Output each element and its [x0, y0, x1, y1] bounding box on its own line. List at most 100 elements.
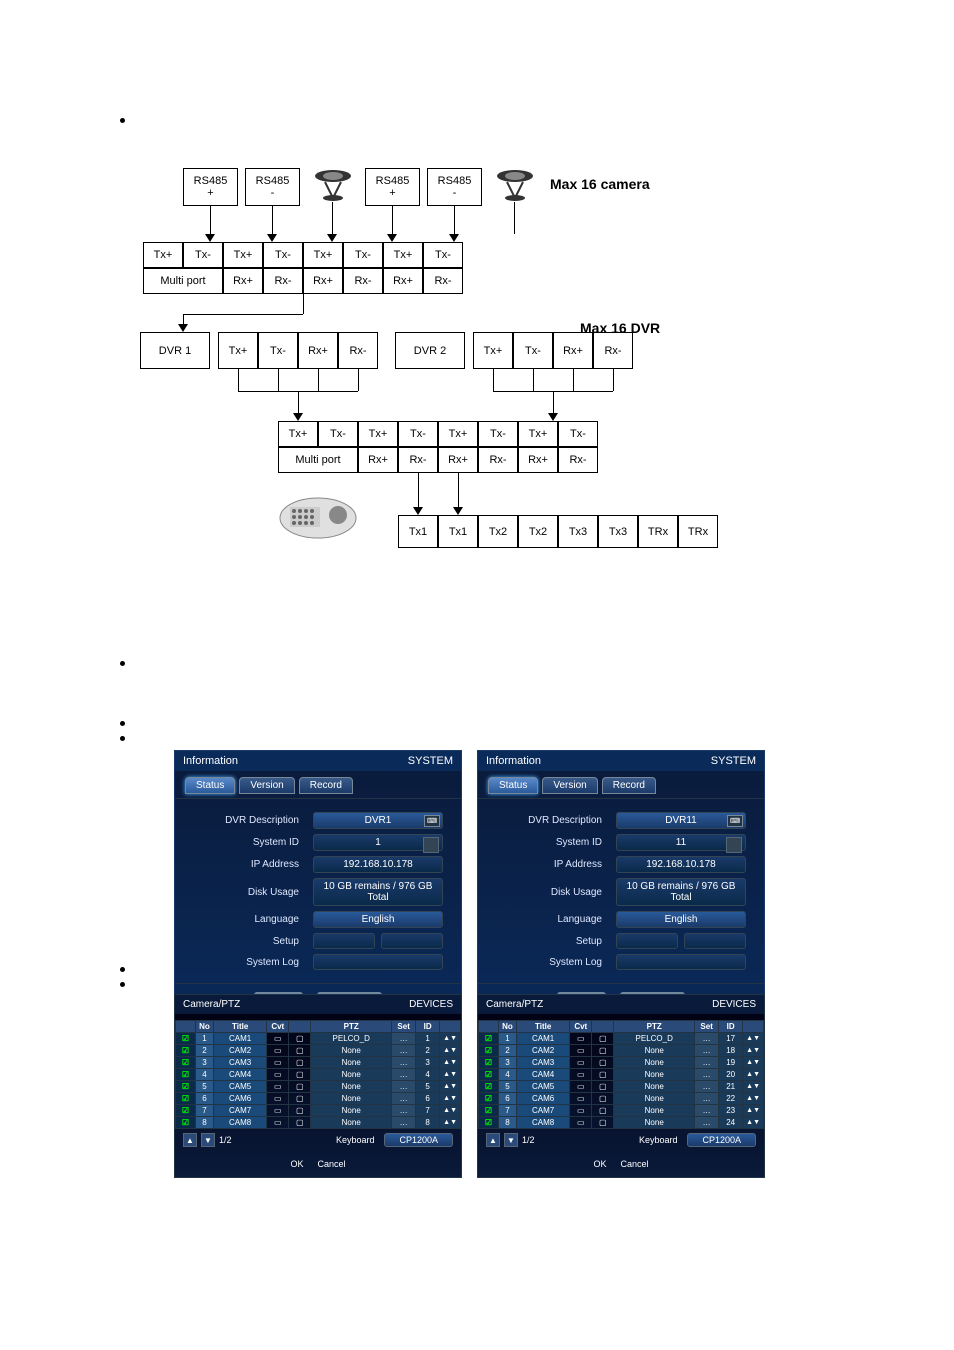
page-down-button[interactable]: ▼ [201, 1133, 215, 1147]
setup-slot-1[interactable] [616, 933, 678, 949]
camera-title[interactable]: CAM4 [517, 1069, 570, 1081]
id-spinner[interactable]: ▲▼ [440, 1033, 461, 1045]
camera-title[interactable]: CAM5 [214, 1081, 267, 1093]
page-up-button[interactable]: ▲ [486, 1133, 500, 1147]
camera-title[interactable]: CAM4 [214, 1069, 267, 1081]
ptz-protocol[interactable]: None [614, 1045, 695, 1057]
id-spinner[interactable]: ▲▼ [743, 1045, 764, 1057]
id-spinner[interactable]: ▲▼ [743, 1033, 764, 1045]
keyboard-value[interactable]: CP1200A [384, 1133, 453, 1147]
id-spinner[interactable]: ▲▼ [743, 1081, 764, 1093]
enable-checkbox[interactable]: ☑ [479, 1045, 499, 1057]
value-system-log[interactable] [313, 954, 443, 970]
camera-title[interactable]: CAM8 [517, 1117, 570, 1129]
page-up-button[interactable]: ▲ [183, 1133, 197, 1147]
cvt-check[interactable]: ▢ [289, 1093, 311, 1105]
cvt-button[interactable]: ▭ [267, 1033, 289, 1045]
enable-checkbox[interactable]: ☑ [479, 1105, 499, 1117]
value-language[interactable]: English [313, 911, 443, 928]
cvt-check[interactable]: ▢ [289, 1081, 311, 1093]
set-button[interactable]: … [392, 1093, 416, 1105]
cvt-check[interactable]: ▢ [592, 1105, 614, 1117]
set-button[interactable]: … [695, 1057, 719, 1069]
enable-checkbox[interactable]: ☑ [479, 1057, 499, 1069]
id-spinner[interactable]: ▲▼ [440, 1117, 461, 1129]
setup-slot-2[interactable] [684, 933, 746, 949]
cvt-button[interactable]: ▭ [570, 1117, 592, 1129]
enable-checkbox[interactable]: ☑ [176, 1045, 196, 1057]
cvt-check[interactable]: ▢ [592, 1093, 614, 1105]
value-system-id[interactable]: 1 [313, 834, 443, 851]
ptz-protocol[interactable]: None [614, 1093, 695, 1105]
enable-checkbox[interactable]: ☑ [479, 1081, 499, 1093]
set-button[interactable]: … [392, 1045, 416, 1057]
camera-title[interactable]: CAM8 [214, 1117, 267, 1129]
enable-checkbox[interactable]: ☑ [479, 1093, 499, 1105]
cvt-check[interactable]: ▢ [592, 1081, 614, 1093]
cvt-button[interactable]: ▭ [570, 1045, 592, 1057]
set-button[interactable]: … [392, 1117, 416, 1129]
cancel-button[interactable]: Cancel [318, 1159, 346, 1169]
cvt-check[interactable]: ▢ [289, 1033, 311, 1045]
id-spinner[interactable]: ▲▼ [440, 1105, 461, 1117]
set-button[interactable]: … [695, 1045, 719, 1057]
cvt-check[interactable]: ▢ [592, 1033, 614, 1045]
set-button[interactable]: … [695, 1081, 719, 1093]
cvt-button[interactable]: ▭ [570, 1081, 592, 1093]
ptz-protocol[interactable]: None [614, 1117, 695, 1129]
keyboard-value[interactable]: CP1200A [687, 1133, 756, 1147]
ptz-protocol[interactable]: PELCO_D [311, 1033, 392, 1045]
value-system-log[interactable] [616, 954, 746, 970]
value-system-id[interactable]: 11 [616, 834, 746, 851]
set-button[interactable]: … [695, 1093, 719, 1105]
ok-button[interactable]: OK [290, 1159, 303, 1169]
cvt-check[interactable]: ▢ [289, 1105, 311, 1117]
cvt-check[interactable]: ▢ [289, 1057, 311, 1069]
cvt-button[interactable]: ▭ [570, 1057, 592, 1069]
set-button[interactable]: … [392, 1105, 416, 1117]
keyboard-icon[interactable]: ⌨ [727, 815, 743, 827]
camera-title[interactable]: CAM2 [517, 1045, 570, 1057]
id-spinner[interactable]: ▲▼ [440, 1069, 461, 1081]
set-button[interactable]: … [392, 1069, 416, 1081]
cvt-button[interactable]: ▭ [267, 1105, 289, 1117]
enable-checkbox[interactable]: ☑ [479, 1033, 499, 1045]
id-spinner[interactable]: ▲▼ [743, 1093, 764, 1105]
ptz-protocol[interactable]: None [311, 1045, 392, 1057]
enable-checkbox[interactable]: ☑ [176, 1117, 196, 1129]
ptz-protocol[interactable]: None [311, 1093, 392, 1105]
ptz-protocol[interactable]: None [614, 1057, 695, 1069]
ptz-protocol[interactable]: None [311, 1105, 392, 1117]
ptz-protocol[interactable]: PELCO_D [614, 1033, 695, 1045]
cvt-check[interactable]: ▢ [592, 1069, 614, 1081]
id-spinner[interactable]: ▲▼ [743, 1069, 764, 1081]
value-dvr-description[interactable]: DVR1⌨ [313, 812, 443, 829]
cvt-button[interactable]: ▭ [570, 1033, 592, 1045]
cvt-button[interactable]: ▭ [267, 1057, 289, 1069]
cvt-button[interactable]: ▭ [267, 1093, 289, 1105]
tab-record[interactable]: Record [299, 777, 353, 794]
camera-title[interactable]: CAM3 [517, 1057, 570, 1069]
ptz-protocol[interactable]: None [311, 1117, 392, 1129]
set-button[interactable]: … [695, 1069, 719, 1081]
id-spinner[interactable]: ▲▼ [440, 1057, 461, 1069]
enable-checkbox[interactable]: ☑ [176, 1069, 196, 1081]
tab-status[interactable]: Status [185, 777, 235, 794]
ptz-protocol[interactable]: None [311, 1081, 392, 1093]
page-down-button[interactable]: ▼ [504, 1133, 518, 1147]
tab-status[interactable]: Status [488, 777, 538, 794]
tab-version[interactable]: Version [542, 777, 597, 794]
id-spinner[interactable]: ▲▼ [743, 1057, 764, 1069]
cvt-check[interactable]: ▢ [289, 1045, 311, 1057]
camera-title[interactable]: CAM5 [517, 1081, 570, 1093]
id-spinner[interactable]: ▲▼ [440, 1081, 461, 1093]
ptz-protocol[interactable]: None [614, 1105, 695, 1117]
camera-title[interactable]: CAM3 [214, 1057, 267, 1069]
camera-title[interactable]: CAM7 [214, 1105, 267, 1117]
cvt-button[interactable]: ▭ [267, 1069, 289, 1081]
cvt-check[interactable]: ▢ [592, 1057, 614, 1069]
tab-record[interactable]: Record [602, 777, 656, 794]
cvt-check[interactable]: ▢ [592, 1117, 614, 1129]
enable-checkbox[interactable]: ☑ [176, 1081, 196, 1093]
set-button[interactable]: … [392, 1033, 416, 1045]
